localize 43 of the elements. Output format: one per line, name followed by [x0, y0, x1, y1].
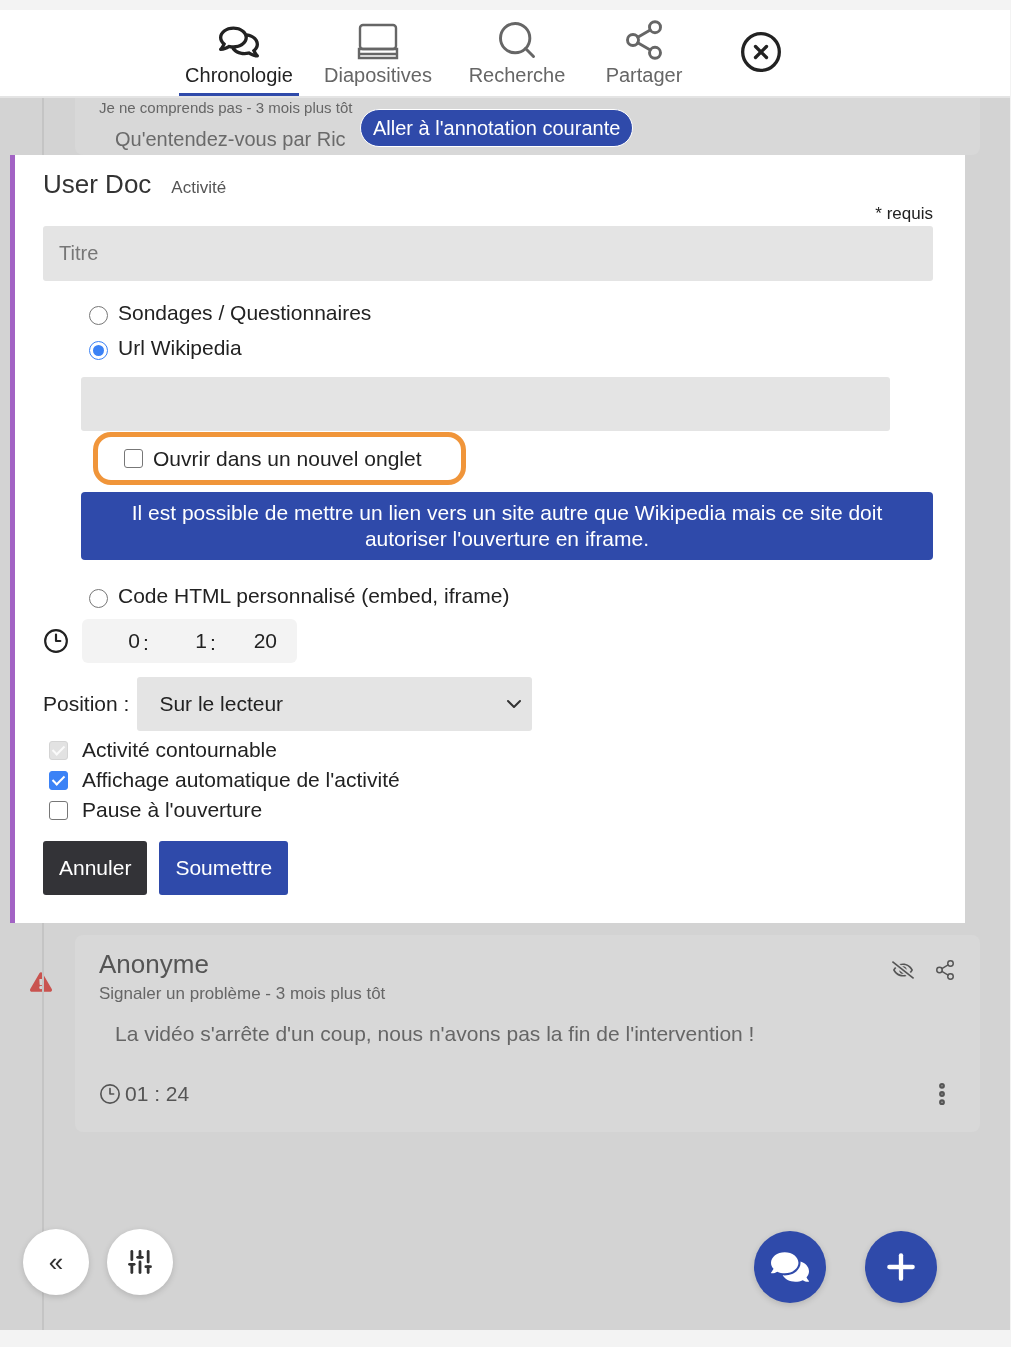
- add-button[interactable]: [865, 1231, 937, 1303]
- time-field[interactable]: 0: 1: 20: [82, 619, 297, 663]
- annotation-text: Qu'entendez-vous par Ric: [115, 128, 346, 151]
- select-value: Sur le lecteur: [159, 692, 284, 716]
- jump-button[interactable]: Aller à l'annotation courante: [360, 109, 634, 147]
- warning-icon: [29, 971, 52, 993]
- comments-button[interactable]: [754, 1231, 826, 1303]
- position-select[interactable]: Sur le lecteur: [137, 677, 533, 731]
- checkbox-label[interactable]: Ouvrir dans un nouvel onglet: [153, 446, 422, 471]
- submit-button[interactable]: Soumettre: [159, 841, 289, 895]
- cancel-button[interactable]: Annuler: [43, 841, 148, 895]
- tab[interactable]: Diapositives: [311, 18, 445, 96]
- radio-label[interactable]: Url Wikipedia: [118, 335, 242, 360]
- slides-icon: [356, 22, 400, 62]
- position-label: Position :: [43, 692, 130, 716]
- annotation-time[interactable]: 01 : 24: [125, 1082, 190, 1106]
- clock-icon: [43, 628, 69, 654]
- info-banner: Il est possible de mettre un lien vers un site autre que Wikipedia mais ce site doit autoriser l'ouverture en iframe.: [81, 492, 933, 560]
- tab[interactable]: Recherche: [457, 14, 577, 96]
- tab[interactable]: Partager: [589, 14, 699, 96]
- checkbox[interactable]: [49, 770, 68, 790]
- checkbox[interactable]: [124, 449, 143, 468]
- required-note: * requis: [875, 204, 933, 224]
- annotation-meta: Je ne comprends pas - 3 mois plus tôt: [99, 99, 353, 116]
- title-field[interactable]: Titre: [43, 226, 933, 281]
- checkbox[interactable]: [49, 800, 68, 820]
- filters-button[interactable]: [107, 1229, 173, 1295]
- close-icon[interactable]: [739, 30, 783, 74]
- collapse-button[interactable]: «: [23, 1229, 89, 1295]
- radio-label[interactable]: Sondages / Questionnaires: [118, 300, 372, 325]
- annotation-author: Anonyme: [99, 949, 210, 980]
- annotation-meta: Signaler un problème - 3 mois plus tôt: [99, 984, 386, 1004]
- checkbox-label[interactable]: Affichage automatique de l'activité: [82, 768, 400, 792]
- share-icon[interactable]: [934, 959, 956, 981]
- clock-icon: [99, 1083, 121, 1105]
- annotation-text: La vidéo s'arrête d'un coup, nous n'avons pas la fin de l'intervention !: [115, 1022, 756, 1046]
- checkbox-label[interactable]: Pause à l'ouverture: [82, 798, 263, 822]
- hidden-eye-icon[interactable]: [892, 959, 914, 981]
- url-field[interactable]: [81, 377, 890, 431]
- sliders-icon: [126, 1248, 154, 1276]
- form-title: User Doc: [43, 169, 152, 200]
- form-subtitle: Activité: [171, 178, 227, 198]
- radio-label[interactable]: Code HTML personnalisé (embed, iframe): [118, 583, 510, 608]
